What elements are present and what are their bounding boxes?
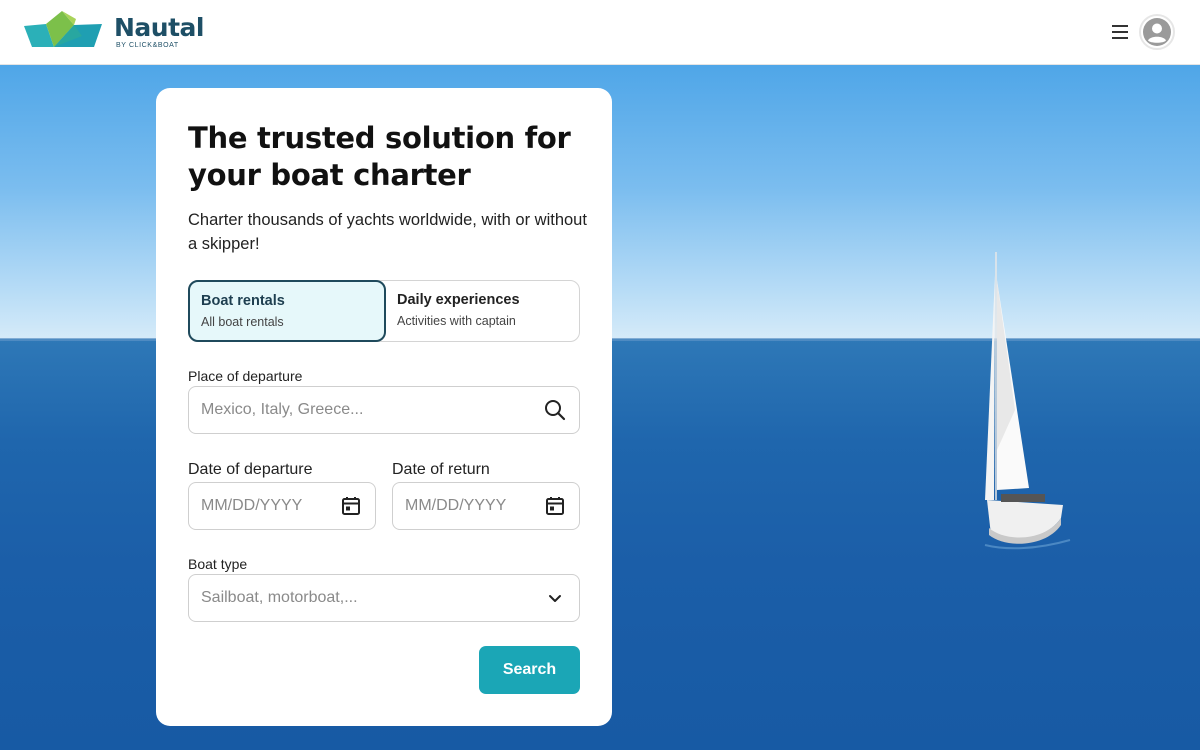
user-avatar-icon[interactable] bbox=[1139, 14, 1175, 50]
departure-date-input[interactable]: MM/DD/YYYY bbox=[188, 482, 376, 530]
hamburger-menu-icon[interactable] bbox=[1108, 21, 1132, 43]
departure-place-label: Place of departure bbox=[188, 368, 303, 384]
calendar-icon[interactable] bbox=[339, 494, 363, 518]
tab-daily-experiences[interactable]: Daily experiences Activities with captai… bbox=[385, 280, 581, 342]
chevron-down-icon[interactable] bbox=[543, 586, 567, 610]
search-card: The trusted solution for your boat chart… bbox=[156, 88, 612, 726]
tab-label: Boat rentals bbox=[201, 293, 285, 309]
top-header: Nautal BY CLICK&BOAT bbox=[0, 0, 1200, 65]
boat-type-label: Boat type bbox=[188, 556, 248, 572]
departure-date-label: Date of departure bbox=[188, 461, 313, 478]
boat-type-placeholder: Sailboat, motorboat,... bbox=[201, 589, 358, 606]
tab-description: Activities with captain bbox=[397, 314, 516, 328]
boat-logo-icon bbox=[24, 11, 102, 47]
nautal-logo[interactable]: Nautal BY CLICK&BOAT bbox=[24, 11, 204, 53]
return-date-label: Date of return bbox=[392, 461, 490, 478]
page-title: The trusted solution for your boat chart… bbox=[188, 121, 571, 192]
boat-type-select[interactable]: Sailboat, motorboat,... bbox=[188, 574, 580, 622]
tab-description: All boat rentals bbox=[201, 315, 284, 329]
return-date-placeholder: MM/DD/YYYY bbox=[405, 497, 507, 514]
departure-place-placeholder: Mexico, Italy, Greece... bbox=[201, 401, 364, 418]
tab-label: Daily experiences bbox=[397, 292, 520, 308]
calendar-icon[interactable] bbox=[543, 494, 567, 518]
departure-place-input[interactable]: Mexico, Italy, Greece... bbox=[188, 386, 580, 434]
rental-type-tabs: Boat rentals All boat rentals Daily expe… bbox=[188, 280, 580, 342]
return-date-input[interactable]: MM/DD/YYYY bbox=[392, 482, 580, 530]
logo-name: Nautal bbox=[114, 13, 204, 42]
tab-boat-rentals[interactable]: Boat rentals All boat rentals bbox=[188, 280, 386, 342]
sailboat-image bbox=[984, 252, 1071, 550]
search-button[interactable]: Search bbox=[479, 646, 580, 694]
logo-tagline: BY CLICK&BOAT bbox=[116, 42, 179, 49]
search-icon[interactable] bbox=[543, 398, 567, 422]
page-subtitle: Charter thousands of yachts worldwide, w… bbox=[188, 211, 587, 253]
departure-date-placeholder: MM/DD/YYYY bbox=[201, 497, 303, 514]
